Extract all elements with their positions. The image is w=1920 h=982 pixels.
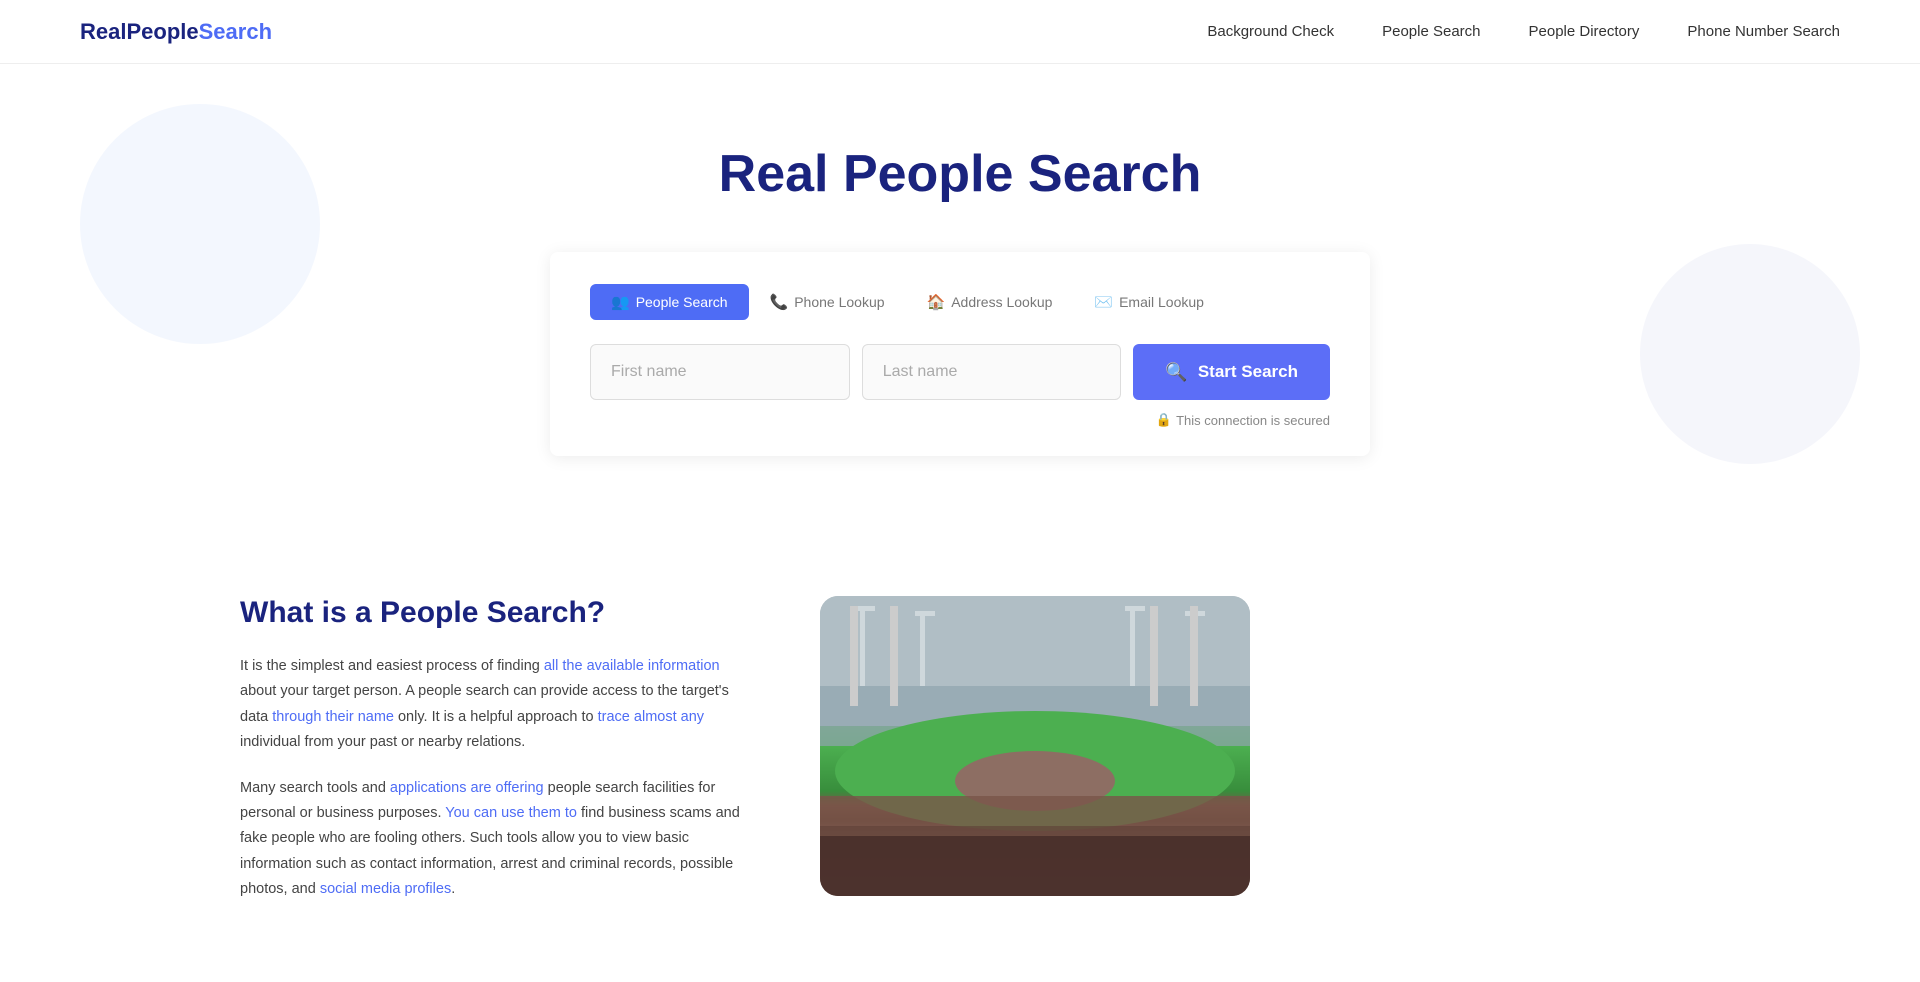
navbar: RealPeopleSearch Background Check People… — [0, 0, 1920, 64]
secure-note: 🔒 This connection is secured — [590, 412, 1330, 428]
tab-email-lookup[interactable]: ✉️ Email Lookup — [1073, 284, 1225, 320]
content-section: What is a People Search? It is the simpl… — [0, 536, 1920, 982]
decorative-circle-right — [1640, 244, 1860, 464]
tab-email-lookup-label: Email Lookup — [1119, 294, 1204, 310]
decorative-circle-left — [80, 104, 320, 344]
highlight-link-4[interactable]: applications are offering — [390, 780, 544, 796]
email-icon: ✉️ — [1094, 293, 1113, 311]
phone-icon: 📞 — [770, 293, 789, 311]
content-title: What is a People Search? — [240, 596, 740, 630]
search-tabs: 👥 People Search 📞 Phone Lookup 🏠 Address… — [590, 284, 1330, 320]
last-name-input[interactable] — [862, 344, 1122, 400]
nav-people-directory[interactable]: People Directory — [1529, 23, 1640, 40]
tab-people-search-label: People Search — [636, 294, 728, 310]
first-name-input[interactable] — [590, 344, 850, 400]
logo-search: Search — [199, 19, 272, 44]
search-button-label: Start Search — [1198, 362, 1298, 382]
content-para-2: Many search tools and applications are o… — [240, 776, 740, 903]
lock-icon: 🔒 — [1156, 412, 1172, 428]
search-icon: 🔍 — [1165, 362, 1187, 383]
stadium-bg — [820, 596, 1250, 896]
highlight-link-1[interactable]: all the available information — [544, 658, 720, 674]
tab-address-lookup[interactable]: 🏠 Address Lookup — [906, 284, 1074, 320]
hero-title: Real People Search — [719, 144, 1202, 204]
home-icon: 🏠 — [927, 293, 946, 311]
logo-real: Real — [80, 19, 126, 44]
nav-background-check[interactable]: Background Check — [1207, 23, 1334, 40]
content-para-1: It is the simplest and easiest process o… — [240, 654, 740, 756]
stadium-svg — [820, 596, 1250, 896]
hero-section: Real People Search 👥 People Search 📞 Pho… — [0, 64, 1920, 536]
highlight-link-5[interactable]: You can use them to — [445, 805, 577, 821]
search-row: 🔍 Start Search — [590, 344, 1330, 400]
secure-label: This connection is secured — [1176, 413, 1330, 428]
nav-phone-number-search[interactable]: Phone Number Search — [1687, 23, 1840, 40]
start-search-button[interactable]: 🔍 Start Search — [1133, 344, 1330, 400]
nav-people-search[interactable]: People Search — [1382, 23, 1480, 40]
stadium-image — [820, 596, 1250, 896]
content-text: What is a People Search? It is the simpl… — [240, 596, 740, 922]
tab-people-search[interactable]: 👥 People Search — [590, 284, 749, 320]
tab-address-lookup-label: Address Lookup — [951, 294, 1052, 310]
nav-links: Background Check People Search People Di… — [1207, 23, 1840, 40]
logo[interactable]: RealPeopleSearch — [80, 19, 272, 45]
highlight-link-6[interactable]: social media profiles — [320, 881, 451, 897]
people-icon: 👥 — [611, 293, 630, 311]
search-card: 👥 People Search 📞 Phone Lookup 🏠 Address… — [550, 252, 1370, 456]
logo-people: People — [126, 19, 198, 44]
highlight-link-3[interactable]: trace almost any — [598, 709, 704, 725]
tab-phone-lookup[interactable]: 📞 Phone Lookup — [749, 284, 906, 320]
tab-phone-lookup-label: Phone Lookup — [794, 294, 884, 310]
highlight-link-2[interactable]: through their name — [272, 709, 394, 725]
